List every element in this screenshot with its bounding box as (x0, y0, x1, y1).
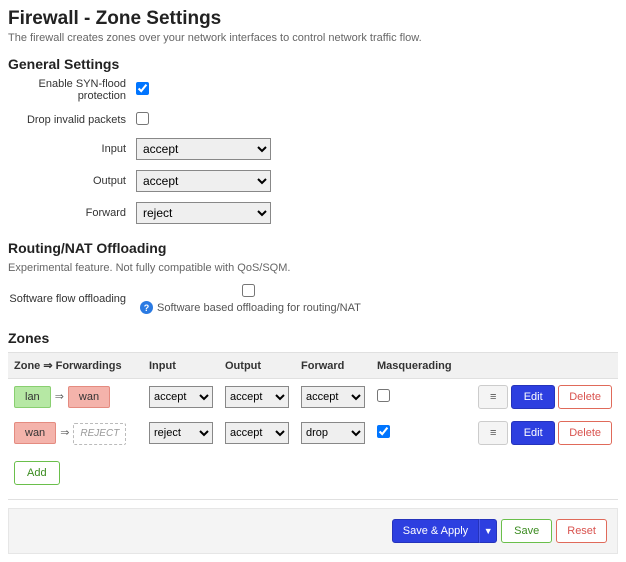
output-select[interactable]: acceptrejectdrop (136, 170, 271, 192)
col-forward: Forward (295, 353, 371, 379)
zone-badge-from[interactable]: wan (14, 422, 56, 444)
zone-forward-select[interactable]: acceptrejectdrop (301, 386, 365, 408)
offloading-heading: Routing/NAT Offloading (8, 240, 618, 256)
forward-label: Forward (8, 207, 136, 219)
zone-output-select[interactable]: acceptrejectdrop (225, 386, 289, 408)
input-label: Input (8, 143, 136, 155)
drop-invalid-label: Drop invalid packets (8, 114, 136, 126)
page-title: Firewall - Zone Settings (8, 8, 618, 30)
software-offload-hint: Software based offloading for routing/NA… (157, 302, 361, 314)
delete-button[interactable]: Delete (558, 385, 612, 409)
forward-select[interactable]: acceptrejectdrop (136, 202, 271, 224)
page-subtitle: The firewall creates zones over your net… (8, 32, 618, 44)
arrow-icon: ⇒ (56, 427, 73, 439)
col-zone: Zone ⇒ Forwardings (8, 353, 143, 379)
menu-icon[interactable]: ≡ (478, 385, 508, 409)
zones-table: Zone ⇒ Forwardings Input Output Forward … (8, 352, 618, 500)
zone-input-select[interactable]: acceptrejectdrop (149, 386, 213, 408)
arrow-icon: ⇒ (51, 391, 68, 403)
add-button[interactable]: Add (14, 461, 60, 485)
syn-flood-label: Enable SYN-flood protection (8, 78, 136, 102)
output-label: Output (8, 175, 136, 187)
zone-badge-to[interactable]: wan (68, 386, 110, 408)
footer-actions: Save & Apply ▼ Save Reset (8, 508, 618, 554)
col-masq: Masquerading (371, 353, 472, 379)
save-button[interactable]: Save (501, 519, 552, 543)
delete-button[interactable]: Delete (558, 421, 612, 445)
info-icon: ? (140, 301, 153, 314)
syn-flood-checkbox[interactable] (136, 82, 149, 95)
masquerading-checkbox[interactable] (377, 425, 390, 438)
general-settings-heading: General Settings (8, 56, 618, 72)
reset-button[interactable]: Reset (556, 519, 607, 543)
menu-icon[interactable]: ≡ (478, 421, 508, 445)
software-offload-label: Software flow offloading (8, 293, 136, 305)
edit-button[interactable]: Edit (511, 421, 555, 445)
table-row: wan⇒REJECT acceptrejectdrop acceptrejectdr… (8, 415, 618, 451)
software-offload-checkbox[interactable] (136, 284, 361, 297)
table-row: lan⇒wan acceptrejectdrop acceptrejectdrop a… (8, 379, 618, 416)
edit-button[interactable]: Edit (511, 385, 555, 409)
zone-forward-select[interactable]: acceptrejectdrop (301, 422, 365, 444)
drop-invalid-checkbox[interactable] (136, 112, 149, 125)
input-select[interactable]: acceptrejectdrop (136, 138, 271, 160)
save-apply-button[interactable]: Save & Apply (392, 519, 479, 543)
zone-badge-from[interactable]: lan (14, 386, 51, 408)
zone-badge-to[interactable]: REJECT (73, 423, 126, 445)
zone-input-select[interactable]: acceptrejectdrop (149, 422, 213, 444)
col-input: Input (143, 353, 219, 379)
col-output: Output (219, 353, 295, 379)
zone-output-select[interactable]: acceptrejectdrop (225, 422, 289, 444)
save-apply-dropdown[interactable]: ▼ (479, 519, 497, 543)
offloading-description: Experimental feature. Not fully compatib… (8, 262, 618, 274)
masquerading-checkbox[interactable] (377, 389, 390, 402)
zones-heading: Zones (8, 330, 618, 346)
